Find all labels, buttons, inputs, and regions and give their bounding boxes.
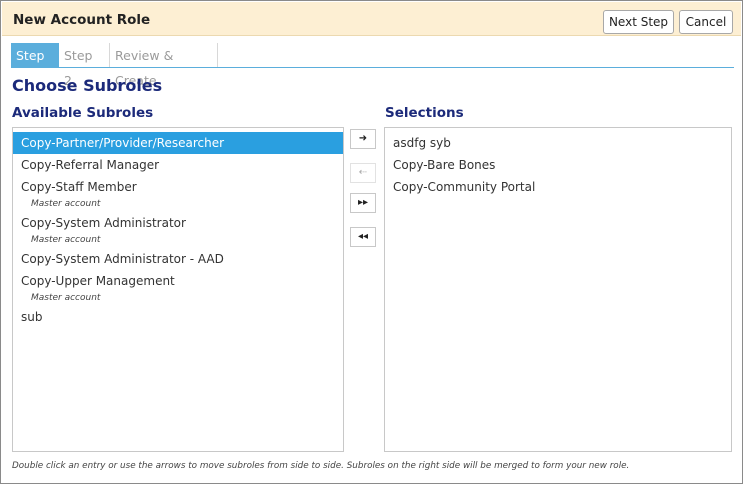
list-item-label: Copy-System Administrator (21, 216, 186, 230)
help-note: Double click an entry or use the arrows … (12, 461, 630, 471)
list-item-note: Master account (31, 199, 101, 209)
list-item-label: Copy-Partner/Provider/Researcher (21, 136, 225, 150)
available-subroles-label: Available Subroles (12, 105, 154, 121)
list-item[interactable]: Copy-Community Portal (385, 176, 731, 198)
tab-step-1[interactable]: Step 1 (11, 43, 59, 88)
list-item[interactable]: Copy-Partner/Provider/Researcher (13, 132, 343, 154)
list-item[interactable]: Copy-System Administrator - AAD (13, 248, 343, 270)
move-left-icon[interactable]: ⇠ (350, 163, 376, 183)
selections-label: Selections (385, 105, 464, 121)
tab-divider (11, 67, 734, 68)
next-step-button[interactable]: Next Step (603, 10, 674, 34)
list-item[interactable]: Copy-Referral Manager (13, 154, 343, 176)
move-all-left-icon[interactable]: ◂◂ (350, 227, 376, 247)
available-subroles-list[interactable]: Copy-Partner/Provider/Researcher Copy-Re… (12, 127, 344, 452)
list-item-note: Master account (31, 293, 101, 303)
tab-review-create[interactable]: Review & Create (110, 43, 218, 88)
list-item-label: asdfg syb (393, 136, 451, 150)
page-title: Choose Subroles (12, 76, 163, 95)
list-item[interactable]: Copy-Upper Management Master account (13, 270, 343, 306)
list-item-label: Copy-System Administrator - AAD (21, 252, 224, 266)
selections-list[interactable]: asdfg syb Copy-Bare Bones Copy-Community… (384, 127, 732, 452)
new-account-role-dialog: New Account Role Next Step Cancel Step 1… (0, 0, 743, 484)
list-item-note: Master account (31, 235, 101, 245)
list-item-label: Copy-Staff Member (21, 180, 137, 194)
move-all-right-icon[interactable]: ▸▸ (350, 193, 376, 213)
list-item[interactable]: Copy-Bare Bones (385, 154, 731, 176)
list-item-label: sub (21, 310, 43, 324)
dialog-title: New Account Role (13, 12, 151, 28)
list-item[interactable]: asdfg syb (385, 132, 731, 154)
list-item-label: Copy-Bare Bones (393, 158, 496, 172)
cancel-button[interactable]: Cancel (679, 10, 733, 34)
title-bar: New Account Role Next Step Cancel (2, 2, 741, 36)
tab-step-2[interactable]: Step 2 (59, 43, 110, 88)
list-item[interactable]: Copy-System Administrator Master account (13, 212, 343, 248)
list-item-label: Copy-Referral Manager (21, 158, 160, 172)
list-item[interactable]: sub (13, 306, 343, 328)
list-item-label: Copy-Upper Management (21, 274, 175, 288)
list-item-label: Copy-Community Portal (393, 180, 536, 194)
list-item[interactable]: Copy-Staff Member Master account (13, 176, 343, 212)
move-right-icon[interactable]: ➜ (350, 129, 376, 149)
